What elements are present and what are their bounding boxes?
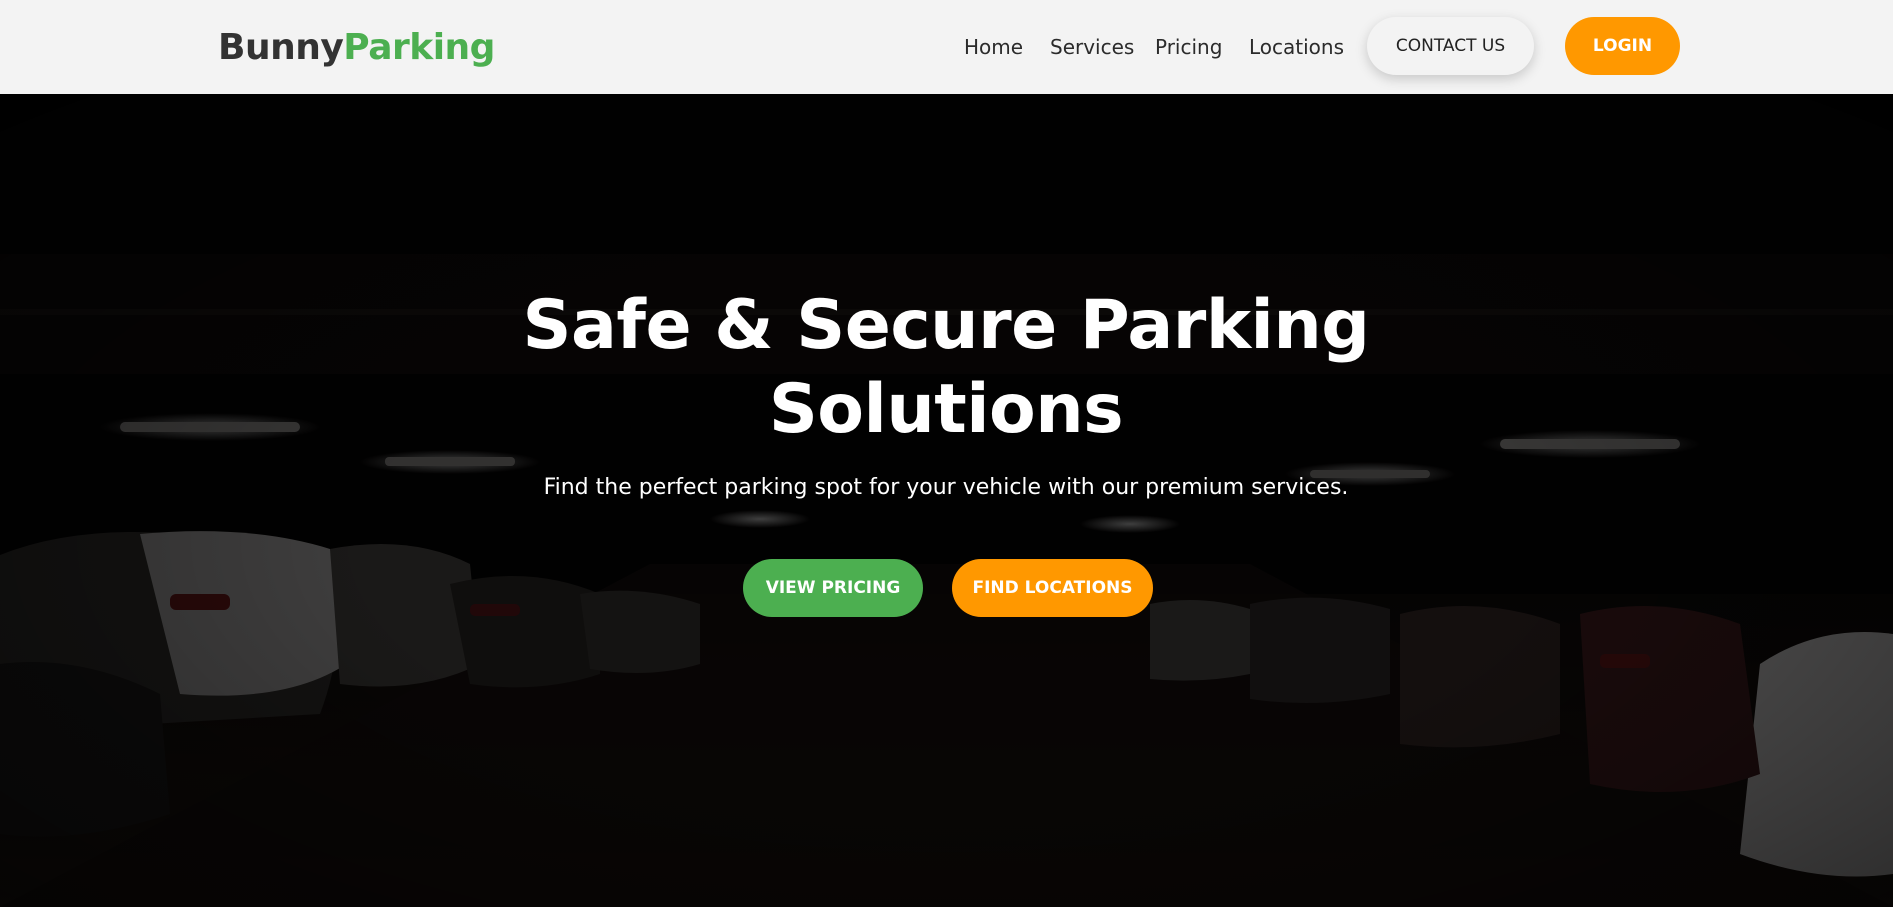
nav-locations[interactable]: Locations: [1249, 35, 1344, 59]
contact-us-button[interactable]: CONTACT US: [1367, 17, 1534, 75]
site-header: BunnyParking Home Services Pricing Locat…: [0, 0, 1893, 94]
nav-home[interactable]: Home: [964, 35, 1023, 59]
logo[interactable]: BunnyParking: [218, 26, 495, 70]
logo-text-parking: Parking: [343, 27, 495, 68]
find-locations-button[interactable]: FIND LOCATIONS: [952, 559, 1153, 617]
page: BunnyParking Home Services Pricing Locat…: [0, 0, 1893, 907]
nav-pricing[interactable]: Pricing: [1155, 35, 1222, 59]
hero-title: Safe & Secure Parking Solutions: [522, 286, 1370, 449]
nav-services[interactable]: Services: [1050, 35, 1134, 59]
login-button[interactable]: LOGIN: [1565, 17, 1680, 75]
view-pricing-button[interactable]: VIEW PRICING: [743, 559, 923, 617]
hero-section: Safe & Secure Parking Solutions Find the…: [0, 94, 1893, 907]
hero-subtitle: Find the perfect parking spot for your v…: [543, 475, 1349, 500]
logo-text-bunny: Bunny: [218, 27, 344, 68]
